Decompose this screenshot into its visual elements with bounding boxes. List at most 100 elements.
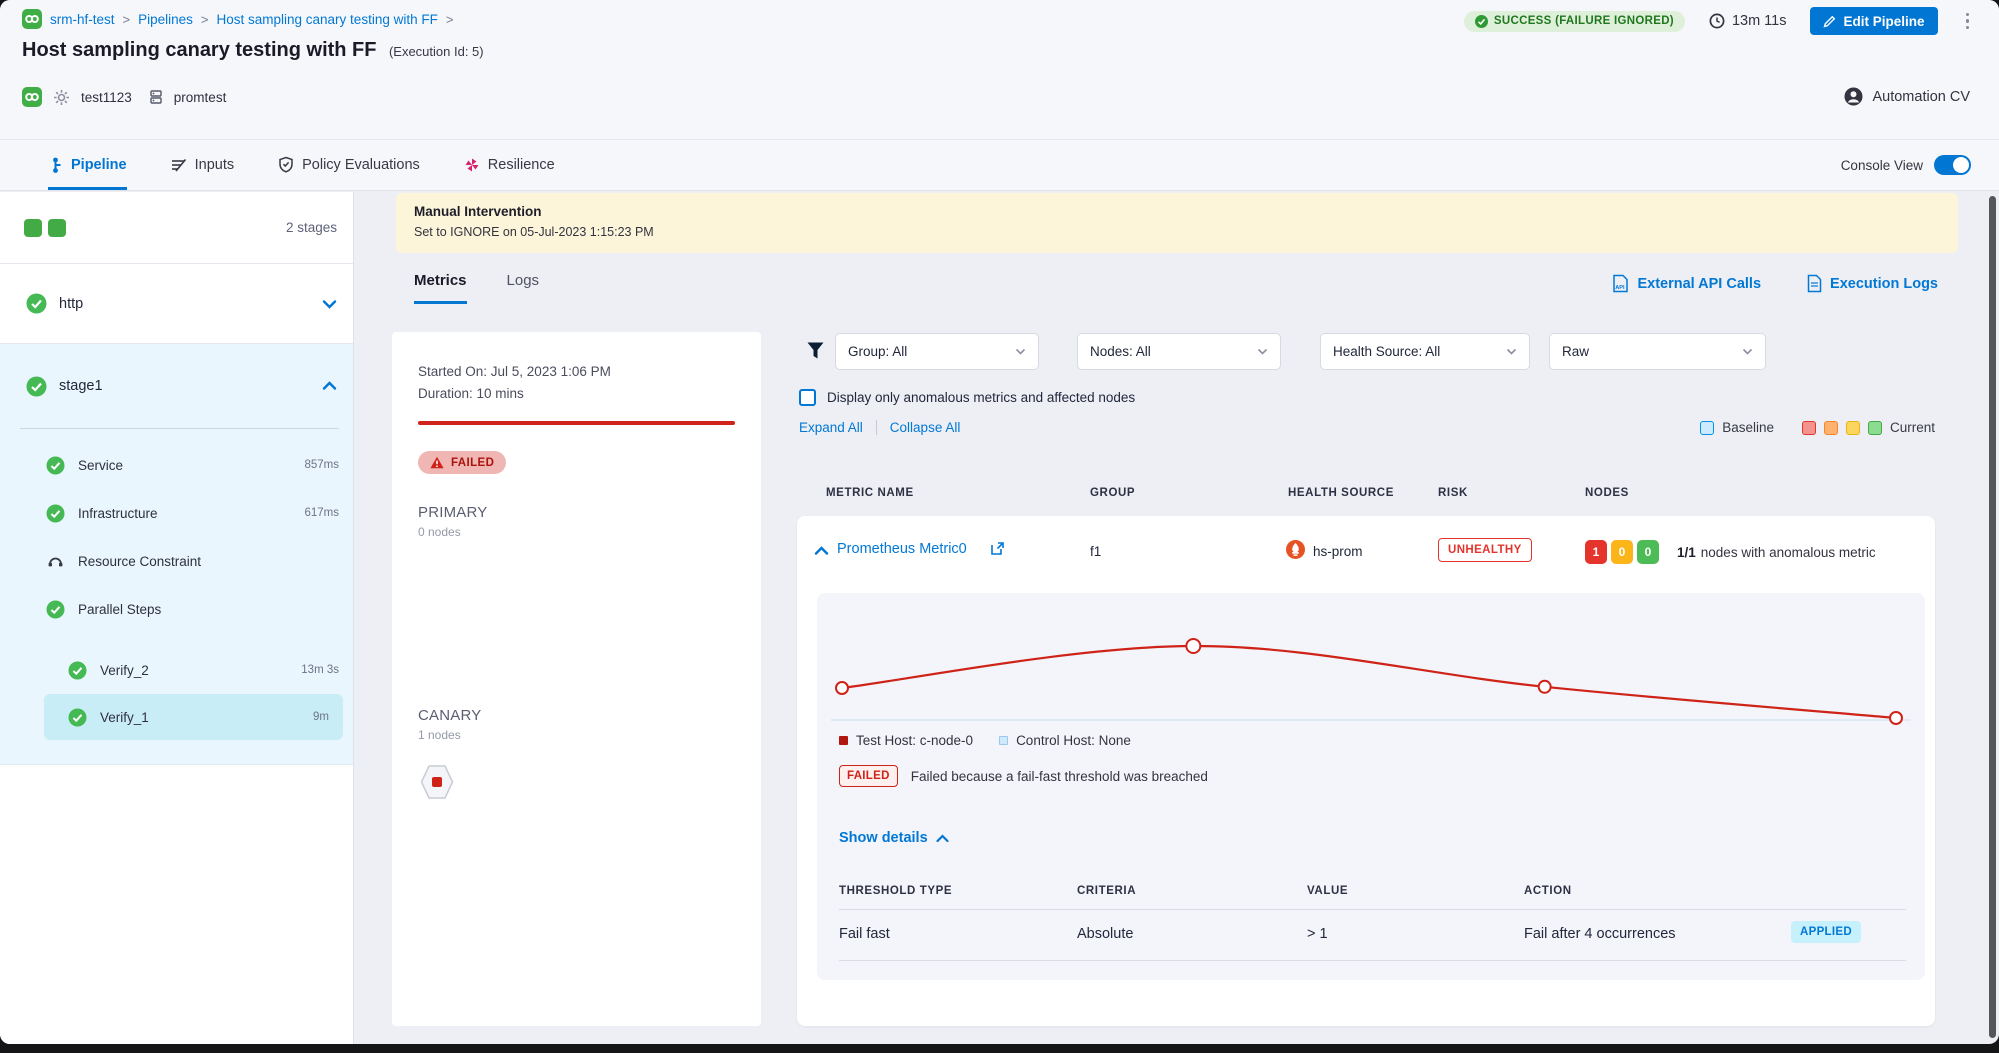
- failure-reason-row: FAILED Failed because a fail-fast thresh…: [839, 765, 1208, 787]
- sidebar-step-service[interactable]: Service 857ms: [0, 441, 353, 489]
- tab-policy-evaluations[interactable]: Policy Evaluations: [278, 140, 420, 190]
- collapse-all-link[interactable]: Collapse All: [890, 420, 961, 435]
- metric-chart: [817, 593, 1925, 728]
- tab-logs[interactable]: Logs: [507, 272, 540, 304]
- execution-duration: 13m 11s: [1709, 13, 1787, 29]
- anomalous-nodes-note: 1/1nodes with anomalous metric: [1677, 544, 1876, 562]
- breadcrumb-separator: >: [446, 12, 454, 27]
- sidebar-step-parallel-steps[interactable]: Parallel Steps: [0, 585, 353, 633]
- stage-status-squares: [24, 219, 72, 237]
- filter-icon: [806, 341, 825, 361]
- harness-logo-icon: [22, 87, 42, 107]
- sidebar-stage-stage1[interactable]: stage1: [0, 344, 353, 428]
- sidebar-step-resource-constraint[interactable]: Resource Constraint: [0, 537, 353, 585]
- expand-all-link[interactable]: Expand All: [799, 420, 863, 435]
- user-icon: [1844, 87, 1863, 106]
- metric-group-cell: f1: [1090, 544, 1101, 559]
- node-risk-chips: 1 0 0: [1585, 540, 1659, 564]
- metric-health-source-cell: hs-prom: [1313, 544, 1363, 559]
- tab-resilience[interactable]: Resilience: [464, 140, 555, 190]
- collapse-row-chevron-icon[interactable]: [814, 546, 829, 556]
- col-header-health-source: HEALTH SOURCE: [1288, 487, 1394, 499]
- svg-text:API: API: [1616, 285, 1626, 291]
- risk-badge: UNHEALTHY: [1438, 538, 1532, 562]
- breadcrumb-pipelines[interactable]: Pipelines: [138, 12, 193, 27]
- current-user: Automation CV: [1844, 87, 1970, 106]
- breadcrumb-project[interactable]: srm-hf-test: [50, 12, 115, 27]
- baseline-legend-label: Baseline: [1722, 420, 1774, 435]
- current-swatch-orange: [1824, 421, 1838, 435]
- col-header-threshold-type: THRESHOLD TYPE: [839, 885, 952, 897]
- external-api-calls-link[interactable]: API External API Calls: [1612, 274, 1761, 293]
- value-cell: > 1: [1307, 926, 1328, 942]
- applied-badge: APPLIED: [1791, 921, 1861, 943]
- test-host-swatch: [839, 736, 848, 745]
- action-cell: Fail after 4 occurrences: [1524, 926, 1676, 942]
- resilience-pinwheel-icon: [464, 157, 480, 173]
- sidebar-step-verify-1[interactable]: Verify_1 9m: [44, 694, 343, 740]
- col-header-risk: RISK: [1438, 487, 1468, 499]
- threshold-type-cell: Fail fast: [839, 926, 890, 942]
- breadcrumb-pipeline-name[interactable]: Host sampling canary testing with FF: [217, 12, 438, 27]
- check-circle-icon: [68, 708, 87, 727]
- progress-bar: [418, 421, 735, 425]
- step-duration: 857ms: [304, 459, 339, 471]
- current-swatch-red: [1802, 421, 1816, 435]
- execution-logs-link[interactable]: Execution Logs: [1807, 274, 1938, 293]
- criteria-cell: Absolute: [1077, 926, 1133, 942]
- divider: [876, 420, 877, 435]
- failure-reason-text: Failed because a fail-fast threshold was…: [911, 769, 1208, 784]
- tab-pipeline[interactable]: Pipeline: [48, 140, 127, 190]
- stage-count: 2 stages: [286, 220, 337, 235]
- breadcrumb-separator: >: [201, 12, 209, 27]
- sidebar-stage1-group: stage1 Service 857ms Infrastructure 617m…: [0, 344, 353, 765]
- group-filter-dropdown[interactable]: Group: All: [835, 333, 1039, 370]
- show-details-toggle[interactable]: Show details: [839, 830, 949, 846]
- col-header-value: VALUE: [1307, 885, 1348, 897]
- document-icon: [1807, 274, 1822, 293]
- col-header-criteria: CRITERIA: [1077, 885, 1136, 897]
- console-view-label: Console View: [1841, 158, 1923, 173]
- control-host-legend: Control Host: None: [999, 733, 1131, 748]
- vertical-scrollbar[interactable]: [1989, 196, 1996, 1038]
- metric-name-link[interactable]: Prometheus Metric0: [837, 541, 967, 557]
- page-header: srm-hf-test > Pipelines > Host sampling …: [0, 0, 1999, 139]
- hexagon-node-icon[interactable]: [420, 764, 454, 800]
- datasource-icon: [149, 89, 163, 105]
- sidebar-step-verify-2[interactable]: Verify_2 13m 3s: [22, 646, 353, 694]
- external-link-icon[interactable]: [990, 541, 1005, 556]
- resource-constraint-icon: [46, 552, 65, 571]
- edit-pipeline-button[interactable]: Edit Pipeline: [1810, 7, 1937, 35]
- chevron-down-icon: [1257, 348, 1268, 355]
- primary-group-label: PRIMARY: [418, 504, 735, 521]
- banner-title: Manual Intervention: [414, 204, 542, 219]
- more-options-menu[interactable]: [1962, 9, 1974, 34]
- sidebar-step-infrastructure[interactable]: Infrastructure 617ms: [0, 489, 353, 537]
- data-mode-dropdown[interactable]: Raw: [1549, 333, 1766, 370]
- tab-metrics[interactable]: Metrics: [414, 272, 467, 304]
- divider: [20, 428, 339, 429]
- banner-subtitle: Set to IGNORE on 05-Jul-2023 1:15:23 PM: [414, 225, 1940, 239]
- title-row: Host sampling canary testing with FF (Ex…: [22, 39, 484, 62]
- health-source-filter-dropdown[interactable]: Health Source: All: [1320, 333, 1530, 370]
- sidebar-stage-http[interactable]: http: [0, 264, 353, 344]
- shield-check-icon: [278, 156, 294, 173]
- chevron-up-icon: [322, 381, 337, 391]
- control-host-swatch: [999, 736, 1008, 745]
- col-header-action: ACTION: [1524, 885, 1572, 897]
- step-duration: 13m 3s: [301, 664, 339, 676]
- check-circle-icon: [26, 293, 47, 314]
- test-host-legend: Test Host: c-node-0: [839, 733, 973, 748]
- pipeline-meta: test1123 promtest: [22, 87, 226, 107]
- anomalous-only-checkbox[interactable]: [799, 389, 816, 406]
- chevron-down-icon: [1742, 348, 1753, 355]
- verification-duration: Duration: 10 mins: [418, 386, 735, 401]
- expand-collapse-row: Expand All Collapse All: [799, 420, 960, 435]
- app-window: srm-hf-test > Pipelines > Host sampling …: [0, 0, 1999, 1044]
- page-title: Host sampling canary testing with FF: [22, 39, 377, 61]
- col-header-metric-name: METRIC NAME: [826, 487, 914, 499]
- chevron-down-icon: [1506, 348, 1517, 355]
- console-view-toggle[interactable]: [1934, 155, 1971, 175]
- tab-inputs[interactable]: Inputs: [171, 140, 235, 190]
- nodes-filter-dropdown[interactable]: Nodes: All: [1077, 333, 1281, 370]
